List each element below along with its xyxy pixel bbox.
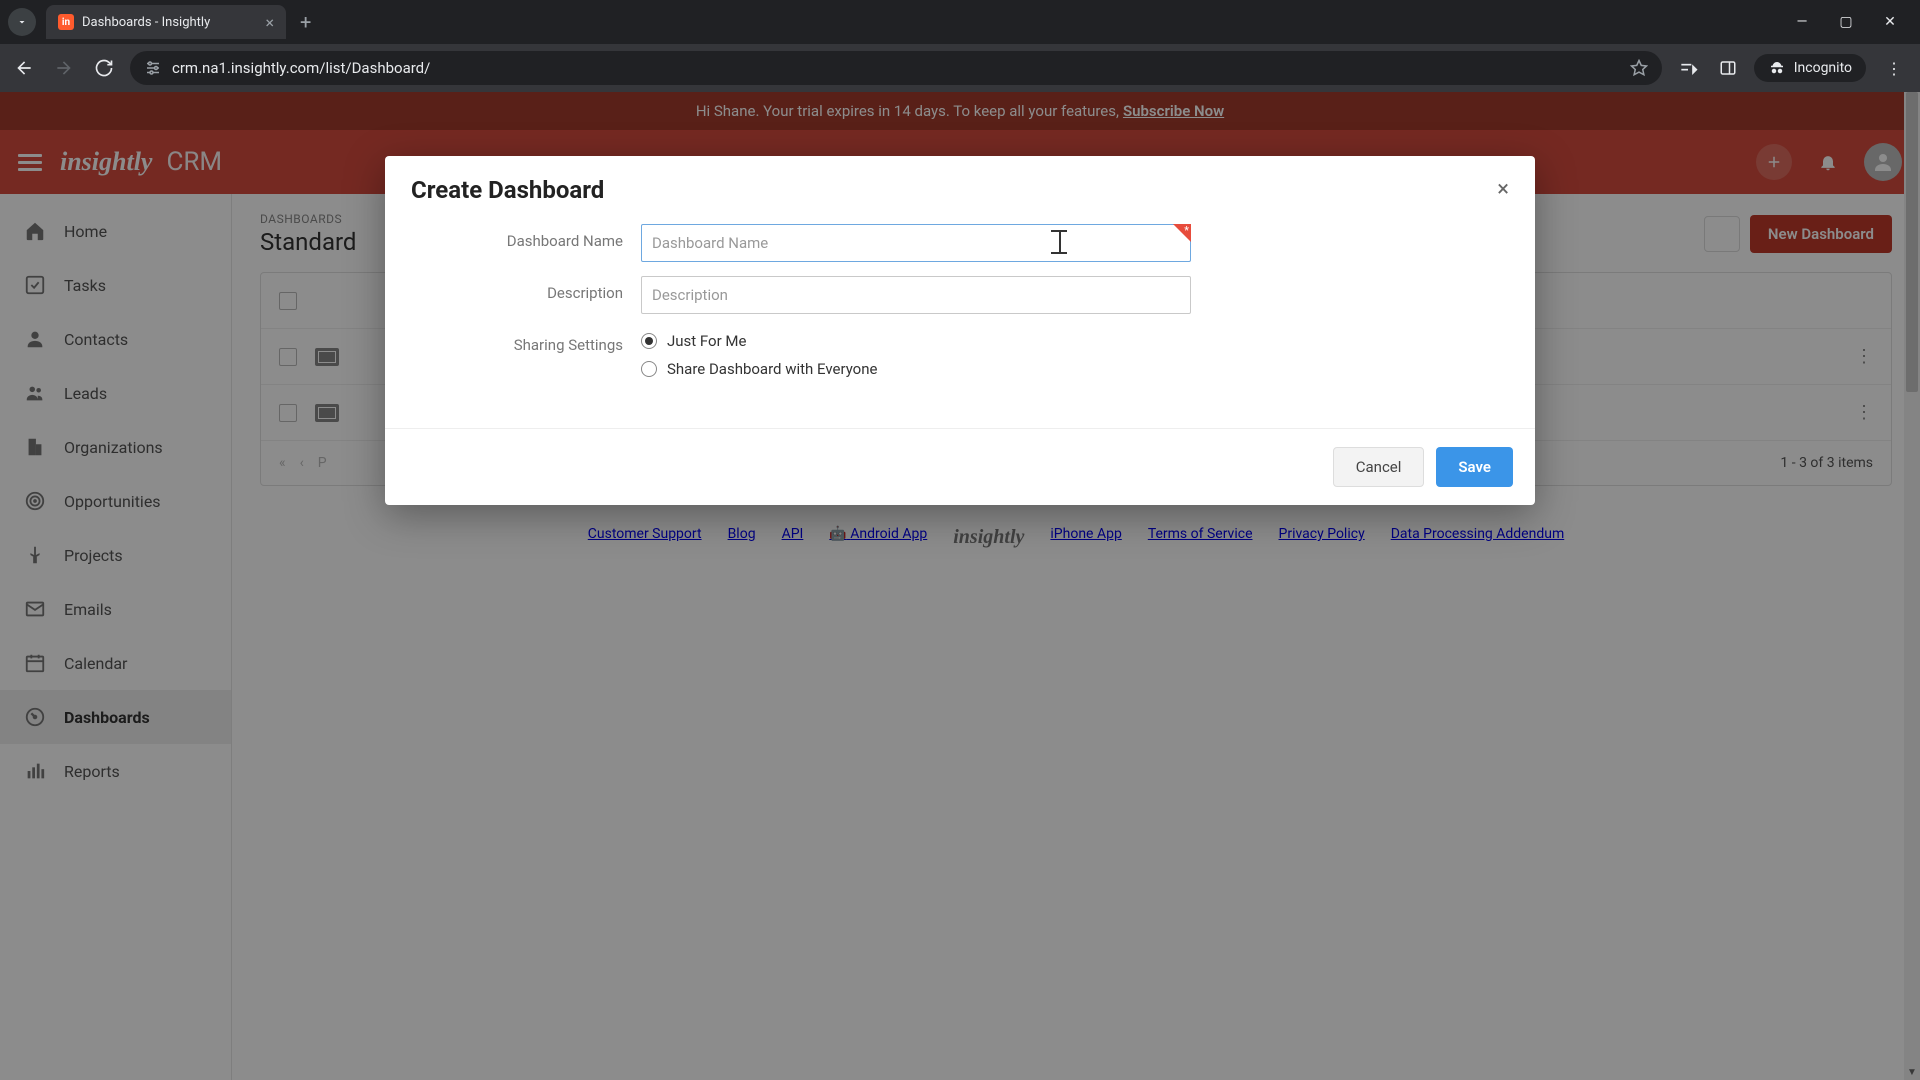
save-button[interactable]: Save xyxy=(1436,447,1513,487)
bookmark-star-icon[interactable] xyxy=(1630,59,1648,77)
radio-share-everyone[interactable]: Share Dashboard with Everyone xyxy=(641,360,1191,378)
description-label: Description xyxy=(411,276,641,302)
dashboard-name-input[interactable] xyxy=(641,224,1191,262)
tab-search-button[interactable] xyxy=(8,8,36,36)
url-text: crm.na1.insightly.com/list/Dashboard/ xyxy=(172,59,1620,77)
maximize-button[interactable]: ▢ xyxy=(1836,14,1856,30)
create-dashboard-modal: Create Dashboard × Dashboard Name Descri… xyxy=(385,156,1535,505)
address-bar[interactable]: crm.na1.insightly.com/list/Dashboard/ xyxy=(130,51,1662,85)
close-icon[interactable]: × xyxy=(1497,179,1509,201)
cancel-button[interactable]: Cancel xyxy=(1333,447,1425,487)
modal-title: Create Dashboard xyxy=(411,176,604,204)
new-tab-button[interactable]: + xyxy=(286,10,325,34)
tab-title: Dashboards - Insightly xyxy=(82,15,257,30)
text-cursor-icon xyxy=(1051,230,1067,254)
window-controls: — ▢ ✕ xyxy=(1792,14,1912,30)
close-tab-icon[interactable]: × xyxy=(265,13,274,32)
insightly-favicon-icon: in xyxy=(58,14,74,30)
close-window-button[interactable]: ✕ xyxy=(1880,14,1900,30)
description-input[interactable] xyxy=(641,276,1191,314)
back-button[interactable] xyxy=(10,54,38,82)
sharing-label: Sharing Settings xyxy=(411,328,641,354)
incognito-label: Incognito xyxy=(1794,60,1852,76)
radio-label: Share Dashboard with Everyone xyxy=(667,360,877,378)
minimize-button[interactable]: — xyxy=(1792,14,1812,30)
side-panel-icon[interactable] xyxy=(1714,54,1742,82)
browser-tab[interactable]: in Dashboards - Insightly × xyxy=(46,5,286,39)
browser-toolbar: crm.na1.insightly.com/list/Dashboard/ In… xyxy=(0,44,1920,92)
media-control-icon[interactable] xyxy=(1674,54,1702,82)
forward-button[interactable] xyxy=(50,54,78,82)
chrome-menu-button[interactable]: ⋮ xyxy=(1878,59,1910,78)
site-settings-icon[interactable] xyxy=(144,59,162,77)
incognito-indicator[interactable]: Incognito xyxy=(1754,54,1866,82)
name-label: Dashboard Name xyxy=(411,224,641,250)
radio-just-for-me[interactable]: Just For Me xyxy=(641,332,1191,350)
radio-icon xyxy=(641,333,657,349)
reload-button[interactable] xyxy=(90,54,118,82)
radio-icon xyxy=(641,361,657,377)
browser-tab-strip: in Dashboards - Insightly × + — ▢ ✕ xyxy=(0,0,1920,44)
radio-label: Just For Me xyxy=(667,332,746,350)
required-indicator-icon xyxy=(1173,224,1191,242)
